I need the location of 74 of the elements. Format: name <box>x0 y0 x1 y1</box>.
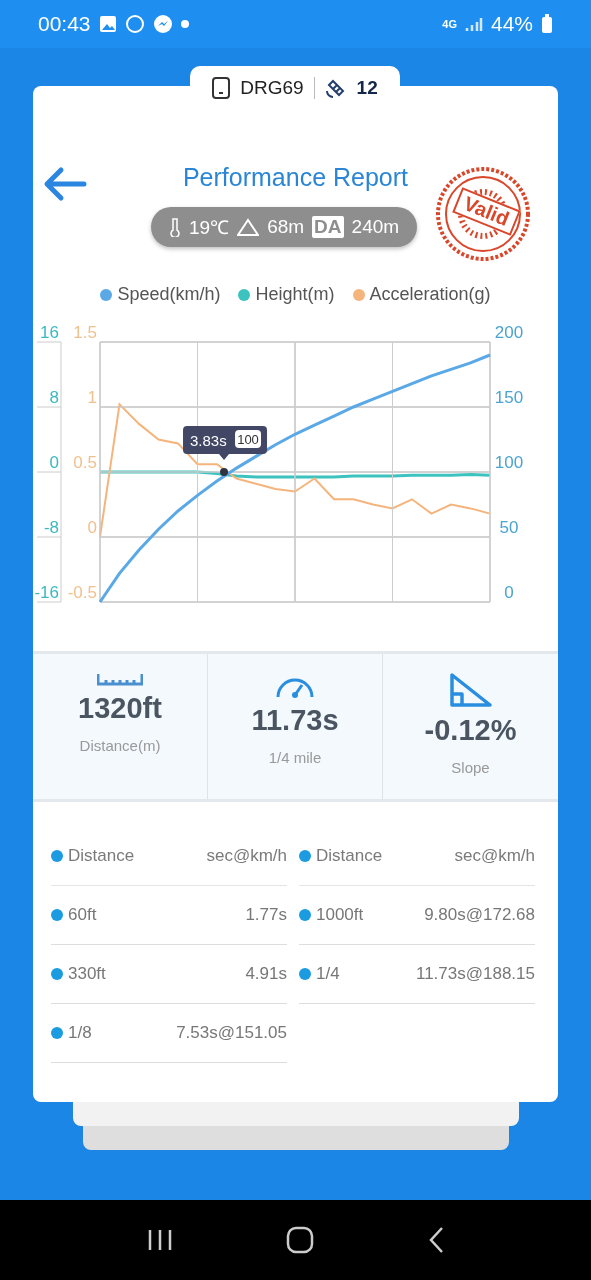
split-distance: 1000ft <box>316 905 364 925</box>
axis-tick-label: 8 <box>49 388 59 407</box>
messenger-icon <box>152 14 173 34</box>
thermometer-icon <box>169 217 181 237</box>
axis-tick-label: 50 <box>499 518 519 537</box>
bullet-icon <box>51 909 63 921</box>
axis-tick-label: 1 <box>87 388 97 407</box>
recent-apps-icon[interactable] <box>146 1228 173 1252</box>
page-title: Performance Report <box>182 163 409 192</box>
bullet-icon <box>299 850 311 862</box>
axis-tick-label: 0 <box>49 453 59 472</box>
split-distance: 1/4 <box>316 964 340 984</box>
legend-item[interactable]: Height(m) <box>238 284 335 305</box>
axis-tick-label: -8 <box>43 518 59 537</box>
split-distance: 330ft <box>68 964 106 984</box>
bullet-icon <box>299 909 311 921</box>
axis-tick-label: 16 <box>40 323 59 342</box>
split-time: 7.53s@151.05 <box>176 1023 287 1043</box>
tooltip-value: 100 <box>237 432 259 447</box>
axis-tick-label: 1.5 <box>73 323 97 342</box>
satellite-icon <box>324 77 347 99</box>
axis-tick-label: 0 <box>87 518 97 537</box>
satellite-count: 12 <box>356 77 378 99</box>
stat-label: Slope <box>451 759 490 776</box>
data-point[interactable] <box>220 468 228 476</box>
temperature: 19℃ <box>189 216 230 240</box>
legend-item[interactable]: Acceleration(g) <box>352 284 491 305</box>
back-arrow-icon[interactable] <box>43 166 87 202</box>
split-time: 11.73s@188.15 <box>415 964 535 984</box>
stat-label: Distance(m) <box>79 737 161 754</box>
tooltip-time: 3.83s <box>190 432 227 449</box>
phone-icon <box>212 77 231 99</box>
column-header: Distance <box>316 846 383 866</box>
bullet-icon <box>299 968 311 980</box>
battery-icon <box>541 14 553 34</box>
stat-label: 1/4 mile <box>268 749 322 766</box>
stat-value: -0.12% <box>424 714 517 747</box>
split-time: 9.80s@172.68 <box>424 905 535 925</box>
axis-tick-label: 200 <box>494 323 524 342</box>
column-header: Distance <box>68 846 135 866</box>
axis-tick-label: 100 <box>494 453 524 472</box>
slope-icon <box>448 672 493 708</box>
axis-tick-label: 150 <box>494 388 524 407</box>
axis-tick-label: -16 <box>34 583 59 602</box>
split-time: 1.77s <box>245 905 287 925</box>
home-icon[interactable] <box>286 1226 315 1254</box>
bullet-icon <box>51 968 63 980</box>
image-icon <box>98 15 117 33</box>
density-altitude: 240m <box>351 216 400 238</box>
density-altitude-badge: DA <box>312 216 344 238</box>
dot-icon <box>180 20 189 28</box>
bullet-icon <box>51 850 63 862</box>
status-time: 00:43 <box>38 12 91 36</box>
stat-value: 11.73s <box>251 704 339 737</box>
mountain-icon <box>237 218 260 236</box>
bullet-icon <box>51 1027 63 1039</box>
column-header: sec@km/h <box>206 846 287 866</box>
altitude: 68m <box>267 216 305 238</box>
axis-tick-label: 0 <box>504 583 514 602</box>
legend-item[interactable]: Speed(km/h) <box>100 284 221 305</box>
axis-tick-label: 0.5 <box>73 453 97 472</box>
battery-percent: 44% <box>490 12 533 36</box>
split-distance: 60ft <box>68 905 97 925</box>
stat-value: 1320ft <box>78 692 162 725</box>
split-time: 4.91s <box>245 964 287 984</box>
device-name: DRG69 <box>240 77 304 99</box>
network-label: 4G <box>442 18 457 30</box>
axis-tick-label: -0.5 <box>67 583 97 602</box>
column-header: sec@km/h <box>454 846 535 866</box>
back-icon[interactable] <box>428 1226 445 1254</box>
split-distance: 1/8 <box>68 1023 92 1043</box>
stamp-label: Valid <box>452 187 521 236</box>
signal-icon <box>464 15 483 33</box>
ruler-icon <box>97 672 143 686</box>
